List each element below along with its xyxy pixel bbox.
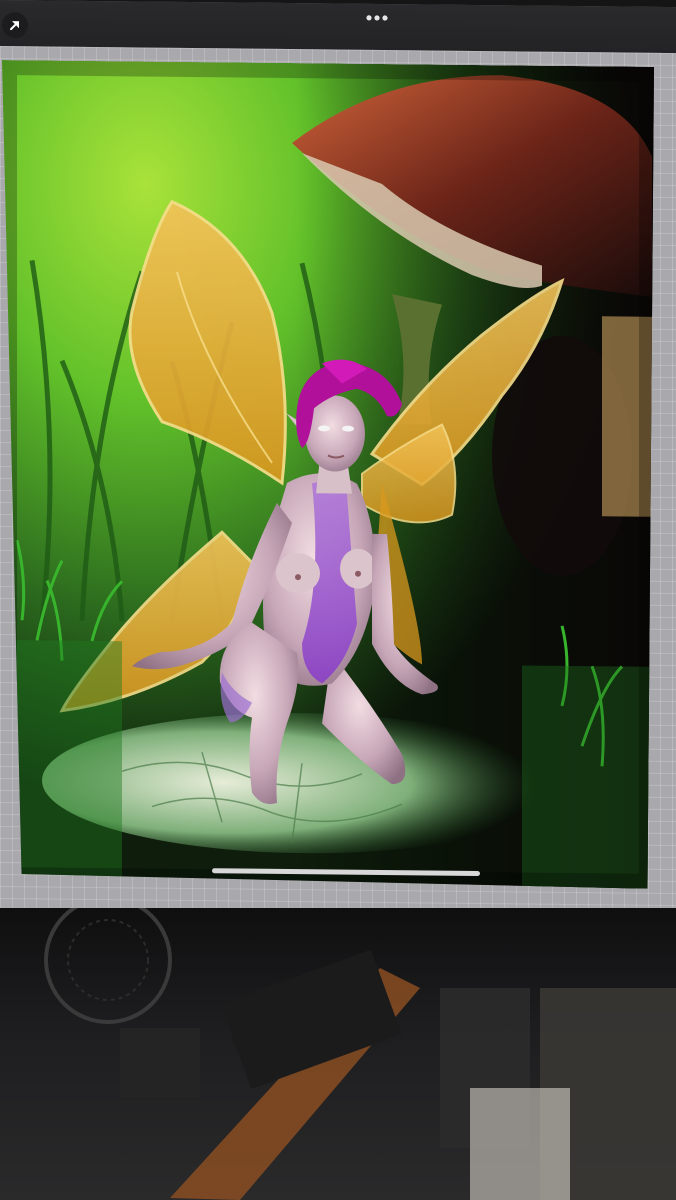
- photo-frame: [0, 0, 676, 1200]
- arrow-up-left-icon: [10, 21, 19, 31]
- tablet-screen: [0, 0, 676, 920]
- ellipsis-icon: [366, 15, 388, 21]
- app-toolbar: [0, 0, 676, 55]
- artwork-canvas[interactable]: [2, 60, 654, 889]
- back-button[interactable]: [2, 12, 28, 39]
- fairy-artwork: [2, 60, 654, 889]
- desk-background: [0, 896, 676, 1200]
- more-options-button[interactable]: [362, 10, 392, 26]
- desk-objects: [44, 896, 676, 1200]
